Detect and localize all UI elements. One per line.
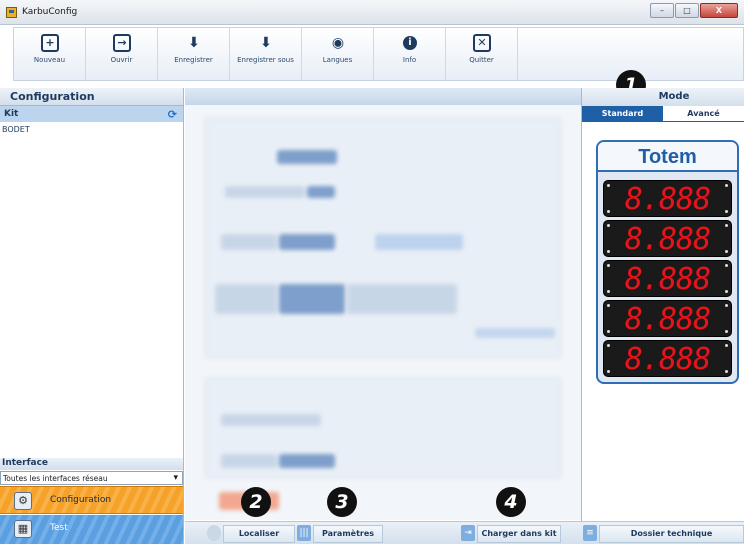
gear-icon: ⚙ [14, 492, 32, 510]
save-icon: ⬇ [188, 35, 200, 51]
callout-4: 4 [496, 487, 526, 517]
maximize-button[interactable]: □ [675, 3, 699, 18]
minimize-button[interactable]: – [650, 3, 674, 18]
app-icon [6, 7, 17, 18]
save-as-button[interactable]: ⬇ Enregistrer sous [230, 28, 302, 80]
title-bar: KarbuConfig – □ X [0, 0, 744, 25]
price-digits: 8.888 [624, 302, 711, 337]
quit-icon: ✕ [473, 34, 491, 52]
totem-title: Totem [598, 142, 737, 172]
callout-3: 3 [327, 487, 357, 517]
info-icon: i [403, 36, 417, 50]
locate-icon [207, 525, 221, 541]
price-display[interactable]: 8.888 [603, 340, 732, 377]
new-button[interactable]: + Nouveau [14, 28, 86, 80]
refresh-icon[interactable]: ⟳ [168, 108, 177, 121]
open-icon: → [113, 34, 131, 52]
blurred-field [279, 454, 335, 468]
blurred-field [221, 454, 277, 468]
bottom-bar: Localiser ||| Paramètres ⇥ Charger dans … [185, 521, 744, 544]
info-label: Info [402, 56, 417, 64]
parameters-icon: ||| [297, 525, 311, 541]
right-panel: Mode Standard Avancé Totem 8.888 8.888 8… [581, 88, 744, 521]
configuration-header: Configuration [0, 88, 183, 105]
new-label: Nouveau [33, 56, 66, 64]
price-display[interactable]: 8.888 [603, 260, 732, 297]
tab-avance[interactable]: Avancé [663, 106, 744, 121]
nav-configuration[interactable]: ⚙ Configuration [0, 486, 183, 514]
left-panel: Configuration Kit ⟳ BODET Interface Tout… [0, 88, 184, 544]
blurred-field [279, 284, 345, 314]
load-kit-icon: ⇥ [461, 525, 475, 541]
price-display[interactable]: 8.888 [603, 220, 732, 257]
dossier-technique-button[interactable]: Dossier technique [599, 525, 744, 543]
info-button[interactable]: i Info [374, 28, 446, 80]
quit-button[interactable]: ✕ Quitter [446, 28, 518, 80]
price-digits: 8.888 [624, 222, 711, 257]
blurred-field [221, 234, 277, 250]
interface-label: Interface [0, 458, 183, 470]
center-panel [185, 88, 581, 520]
price-digits: 8.888 [624, 182, 711, 217]
price-display[interactable]: 8.888 [603, 300, 732, 337]
tab-standard[interactable]: Standard [582, 106, 663, 121]
nav-test-label: Test [50, 523, 68, 533]
center-header [185, 88, 581, 105]
kit-list-item[interactable]: BODET [0, 122, 183, 137]
blurred-field [221, 414, 321, 426]
localiser-button[interactable]: Localiser [223, 525, 295, 543]
blurred-field [279, 234, 335, 250]
save-as-icon: ⬇ [260, 35, 272, 51]
test-icon: ▦ [14, 520, 32, 538]
totem-preview: Totem 8.888 8.888 8.888 8.888 8.888 [596, 140, 739, 384]
quit-label: Quitter [469, 56, 494, 64]
save-button[interactable]: ⬇ Enregistrer [158, 28, 230, 80]
nav-test[interactable]: ▦ Test [0, 515, 183, 544]
close-button[interactable]: X [700, 3, 738, 18]
new-icon: + [41, 34, 59, 52]
kit-header: Kit ⟳ [0, 105, 183, 122]
callout-2: 2 [241, 487, 271, 517]
blurred-field [475, 328, 555, 338]
kit-label: Kit [4, 109, 19, 119]
blurred-field [375, 234, 463, 250]
open-button[interactable]: → Ouvrir [86, 28, 158, 80]
open-label: Ouvrir [110, 56, 133, 64]
charger-dans-kit-button[interactable]: Charger dans kit [477, 525, 561, 543]
blurred-field [225, 186, 305, 198]
mode-tabs: Standard Avancé [582, 106, 744, 122]
blurred-field [347, 284, 457, 314]
blurred-field [215, 284, 277, 314]
mode-header: Mode [582, 88, 744, 106]
interface-select[interactable]: Toutes les interfaces réseau [0, 471, 183, 485]
technical-file-icon: ≡ [583, 525, 597, 541]
parametres-button[interactable]: Paramètres [313, 525, 383, 543]
nav-configuration-label: Configuration [50, 495, 112, 505]
save-as-label: Enregistrer sous [237, 56, 294, 64]
blurred-field [277, 150, 337, 164]
price-digits: 8.888 [624, 262, 711, 297]
blurred-field [307, 186, 335, 198]
globe-icon: ◉ [331, 35, 345, 51]
window-controls: – □ X [650, 3, 738, 18]
save-label: Enregistrer [174, 56, 213, 64]
price-display[interactable]: 8.888 [603, 180, 732, 217]
window-title: KarbuConfig [22, 7, 78, 17]
languages-button[interactable]: ◉ Langues [302, 28, 374, 80]
languages-label: Langues [322, 56, 353, 64]
price-digits: 8.888 [624, 342, 711, 377]
